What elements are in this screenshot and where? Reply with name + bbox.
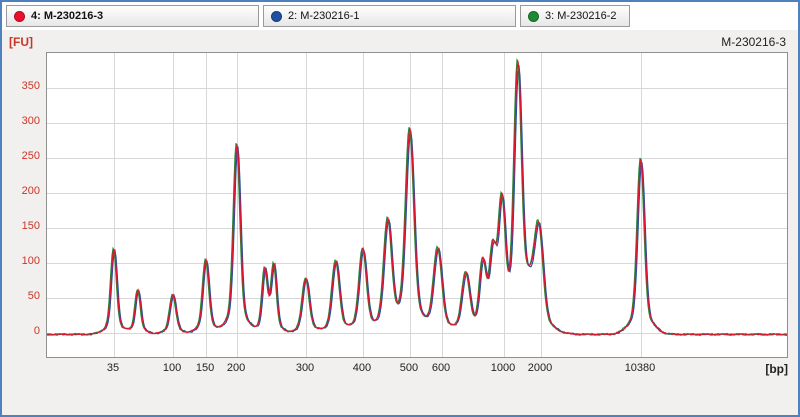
tab-label-sample-3: 3: M-230216-2 bbox=[545, 10, 617, 22]
y-tick-label: 350 bbox=[2, 80, 40, 93]
plot-frame bbox=[46, 52, 788, 358]
y-tick-label: 100 bbox=[2, 255, 40, 268]
x-tick-label: 10380 bbox=[625, 362, 656, 374]
x-tick-label: 35 bbox=[107, 362, 119, 374]
tab-sample-2[interactable]: 2: M-230216-1 bbox=[263, 5, 516, 27]
y-tick-label: 300 bbox=[2, 115, 40, 128]
x-tick-label: 1000 bbox=[491, 362, 515, 374]
x-axis-unit-label: [bp] bbox=[765, 362, 788, 376]
trace-3-M-230216-2 bbox=[47, 60, 787, 336]
sample-tabbar: 4: M-230216-3 2: M-230216-1 3: M-230216-… bbox=[2, 2, 798, 30]
gridlines bbox=[47, 53, 787, 357]
tab-label-sample-4: 4: M-230216-3 bbox=[31, 10, 103, 22]
tab-label-sample-2: 2: M-230216-1 bbox=[288, 10, 360, 22]
trace-4-M-230216-3 bbox=[47, 62, 787, 336]
electropherogram-plot bbox=[47, 53, 787, 357]
trace-2-M-230216-1 bbox=[47, 65, 787, 335]
y-tick-label: 200 bbox=[2, 185, 40, 198]
chart-area: [FU] M-230216-3 0 50 100 150 200 250 300 350 35… bbox=[2, 30, 798, 415]
y-tick-label: 50 bbox=[2, 290, 40, 303]
x-tick-label: 500 bbox=[400, 362, 418, 374]
y-tick-label: 0 bbox=[2, 325, 40, 338]
x-tick-label: 2000 bbox=[528, 362, 552, 374]
x-tick-label: 200 bbox=[227, 362, 245, 374]
chart-title: M-230216-3 bbox=[721, 35, 786, 49]
y-axis-unit-label: [FU] bbox=[9, 35, 33, 49]
tab-sample-4[interactable]: 4: M-230216-3 bbox=[6, 5, 259, 27]
y-tick-label: 250 bbox=[2, 150, 40, 163]
x-tick-label: 600 bbox=[432, 362, 450, 374]
tab-sample-3[interactable]: 3: M-230216-2 bbox=[520, 5, 630, 27]
y-tick-label: 150 bbox=[2, 220, 40, 233]
sample-color-dot-green bbox=[528, 11, 539, 22]
x-tick-label: 100 bbox=[163, 362, 181, 374]
x-tick-label: 150 bbox=[196, 362, 214, 374]
sample-color-dot-red bbox=[14, 11, 25, 22]
x-tick-label: 400 bbox=[353, 362, 371, 374]
electropherogram-window: 4: M-230216-3 2: M-230216-1 3: M-230216-… bbox=[0, 0, 800, 417]
x-tick-label: 300 bbox=[296, 362, 314, 374]
sample-color-dot-blue bbox=[271, 11, 282, 22]
